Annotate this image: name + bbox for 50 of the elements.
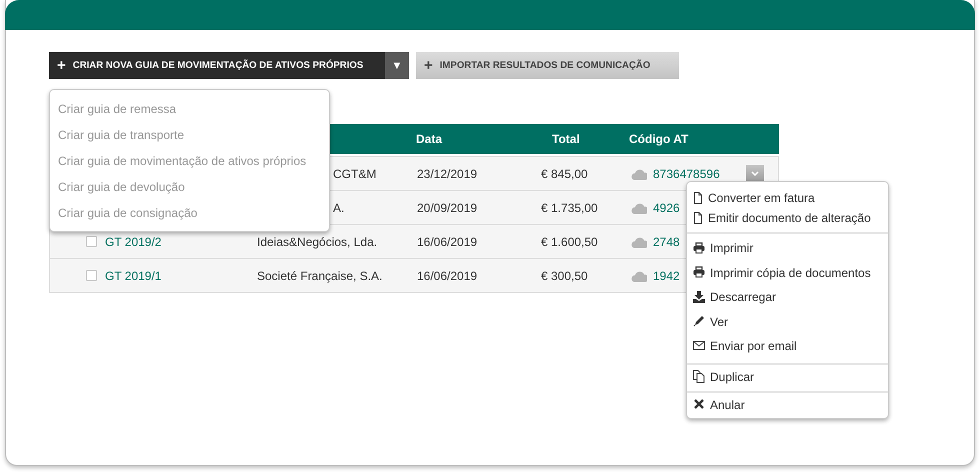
create-button[interactable]: + CRIAR NOVA GUIA DE MOVIMENTAÇÃO DE ATIVOS PRÓPRIOS (49, 52, 385, 79)
cloud-icon (630, 269, 647, 282)
row-checkbox[interactable] (86, 236, 97, 247)
cloud-icon (630, 235, 647, 248)
menu-item[interactable]: Descarregar (687, 285, 888, 310)
amount-text: € 300,50 (541, 268, 588, 282)
import-button[interactable]: + IMPORTAR RESULTADOS DE COMUNICAÇÃO (416, 52, 679, 79)
date-text: 16/06/2019 (417, 268, 478, 282)
chevron-down-icon (751, 171, 759, 176)
pencil-icon (693, 315, 705, 328)
date-text: 20/09/2019 (417, 200, 478, 214)
date-text: 23/12/2019 (417, 166, 478, 180)
cross-icon (693, 398, 705, 411)
menu-item[interactable]: Emitir documento de alteração (687, 208, 888, 228)
code-link[interactable]: 4926 (653, 200, 680, 214)
dropdown-toggle-button[interactable]: ▼ (385, 52, 409, 79)
client-name: Ideias&Negócios, Lda. (257, 234, 378, 248)
menu-item[interactable]: Imprimir cópia de documentos (687, 260, 888, 285)
download-icon (693, 290, 705, 304)
amount-text: € 1.600,50 (541, 234, 598, 248)
cloud-icon (630, 167, 647, 180)
amount-text: € 1.735,00 (541, 200, 598, 214)
column-header: Total (552, 132, 580, 146)
column-header: Código AT (629, 132, 688, 146)
menu-item[interactable]: Converter em fatura (687, 188, 888, 208)
menu-item[interactable]: Duplicar (687, 366, 888, 386)
cloud-icon (630, 201, 647, 214)
code-link[interactable]: 2748 (653, 234, 680, 248)
document-icon (693, 212, 703, 224)
envelope-icon (693, 340, 705, 353)
document-link[interactable]: GT 2019/2 (105, 234, 162, 248)
copy-icon (693, 370, 705, 383)
menu-item[interactable]: Imprimir (687, 236, 888, 260)
printer-icon (693, 266, 705, 280)
menu-item[interactable]: Enviar por email (687, 334, 888, 358)
client-name: CGT&M (333, 166, 376, 180)
document-link[interactable]: GT 2019/1 (105, 268, 162, 282)
menu-item[interactable]: Anular (687, 394, 888, 414)
code-link[interactable]: 8736478596 (653, 166, 720, 180)
document-icon (693, 192, 703, 204)
printer-icon (693, 242, 705, 255)
menu-item[interactable]: Ver (687, 310, 888, 334)
client-name: A. (333, 200, 344, 214)
row-checkbox[interactable] (86, 270, 97, 281)
date-text: 16/06/2019 (417, 234, 478, 248)
code-link[interactable]: 1942 (653, 268, 680, 282)
column-header: Data (416, 132, 442, 146)
amount-text: € 845,00 (541, 166, 588, 180)
client-name: Societé Française, S.A. (257, 268, 382, 282)
actions-button[interactable] (746, 165, 764, 182)
